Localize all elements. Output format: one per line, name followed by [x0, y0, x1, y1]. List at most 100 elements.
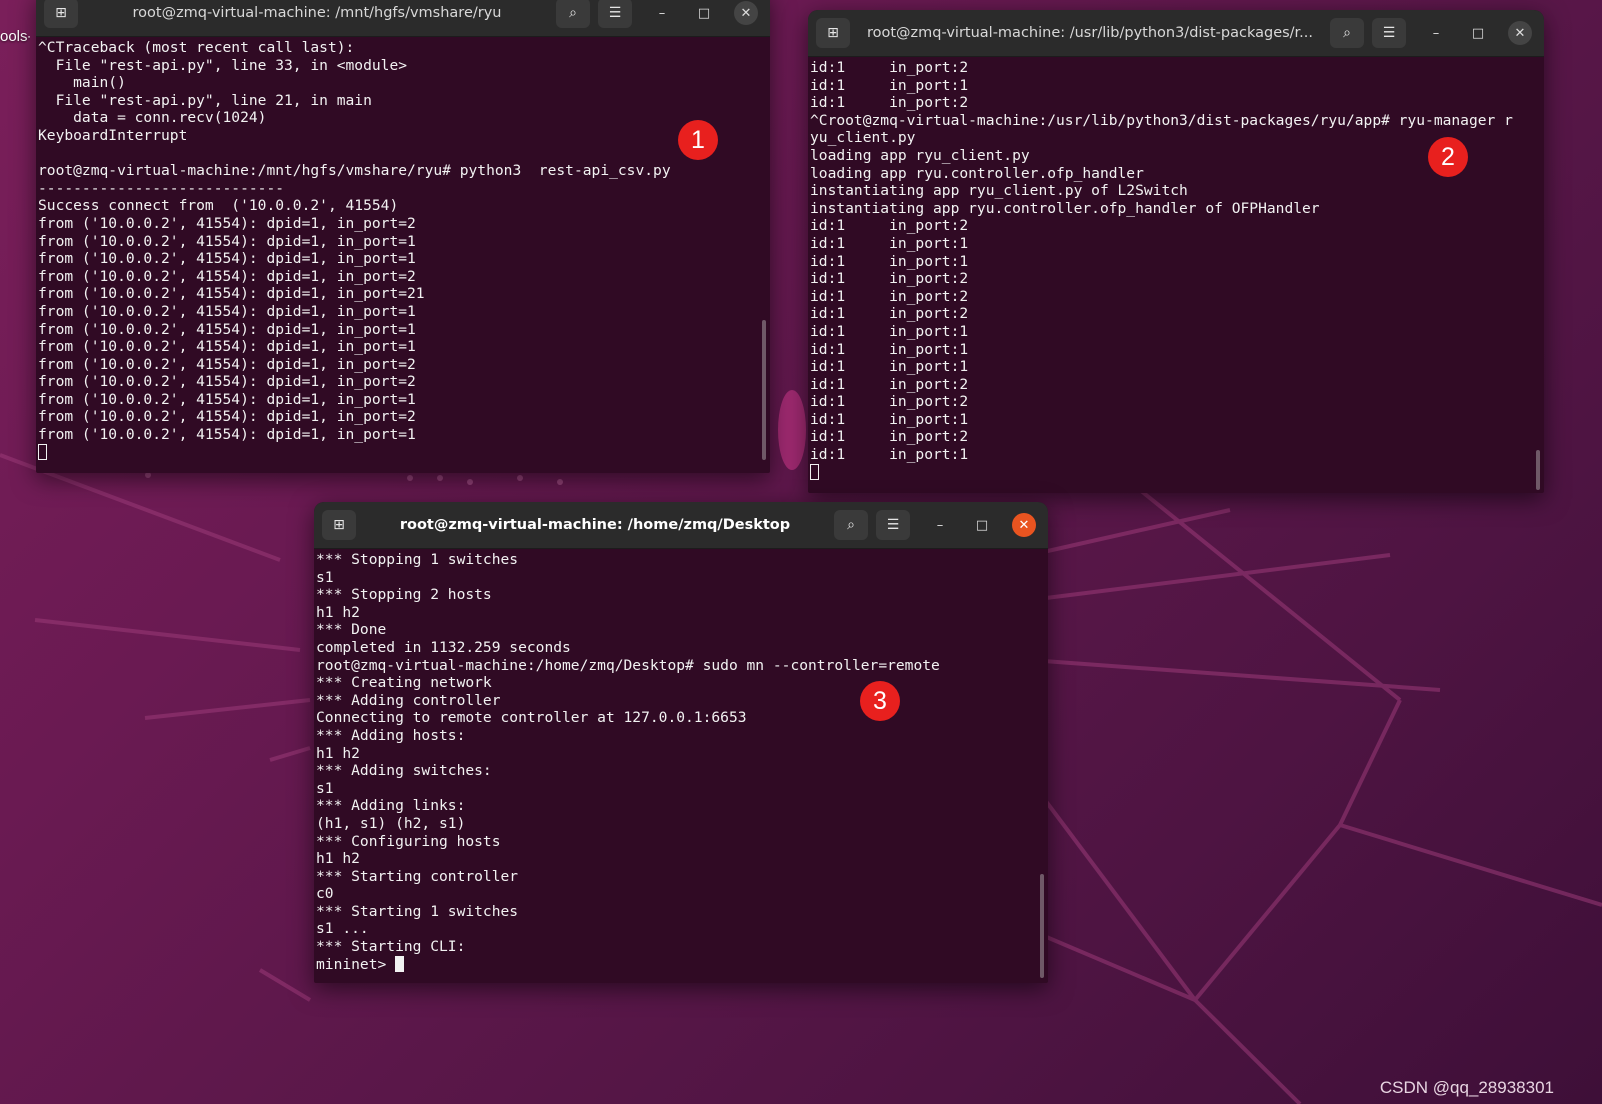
terminal-line: h1 h2 [316, 603, 360, 621]
close-icon: ✕ [1514, 25, 1526, 41]
terminal-output[interactable]: *** Stopping 1 switches s1 *** Stopping 2 … [314, 549, 1048, 973]
hamburger-menu-icon: ☰ [886, 517, 900, 533]
terminal-line: instantiating app ryu.controller.ofp_han… [810, 199, 1320, 217]
terminal-window-1[interactable]: ⊞ root@zmq-virtual-machine: /mnt/hgfs/vm… [36, 0, 770, 473]
terminal-line: data = conn.recv(1024) [38, 109, 267, 127]
search-icon: ⌕ [1343, 25, 1351, 41]
annotation-marker-2: 2 [1428, 137, 1468, 177]
terminal-line: File "rest-api.py", line 21, in main [38, 91, 372, 109]
scrollbar[interactable] [1536, 450, 1540, 490]
terminal-line: id:1 in_port:1 [810, 446, 969, 464]
terminal-line: *** Starting 1 switches [316, 902, 519, 920]
close-icon: ✕ [1018, 517, 1030, 533]
terminal-line: Connecting to remote controller at 127.0… [316, 709, 747, 727]
terminal-line: from ('10.0.0.2', 41554): dpid=1, in_por… [38, 285, 425, 303]
scrollbar[interactable] [762, 320, 766, 460]
new-tab-button[interactable]: ⊞ [816, 18, 850, 48]
terminal-line: id:1 in_port:2 [810, 287, 969, 305]
menu-button[interactable]: ☰ [1372, 18, 1406, 48]
menu-button[interactable]: ☰ [876, 510, 910, 540]
close-button[interactable]: ✕ [1508, 21, 1532, 45]
terminal-line: id:1 in_port:2 [810, 217, 969, 235]
text-cursor [810, 463, 819, 480]
terminal-line: s1 [316, 779, 334, 797]
maximize-button[interactable]: □ [692, 1, 716, 25]
terminal-line: instantiating app ryu_client.py of L2Swi… [810, 182, 1188, 200]
new-tab-icon: ⊞ [333, 517, 345, 533]
terminal-line: from ('10.0.0.2', 41554): dpid=1, in_por… [38, 267, 416, 285]
prompt-line[interactable] [38, 443, 768, 462]
window-title: root@zmq-virtual-machine: /home/zmq/Desk… [399, 517, 791, 533]
terminal-line: c0 [316, 885, 334, 903]
terminal-line: *** Adding links: [316, 797, 466, 815]
terminal-window-3[interactable]: ⊞ root@zmq-virtual-machine: /home/zmq/De… [314, 502, 1048, 983]
terminal-line: s1 ... [316, 920, 369, 938]
terminal-line: *** Done [316, 621, 387, 639]
terminal-line: id:1 in_port:2 [810, 428, 969, 446]
terminal-line: *** Adding hosts: [316, 726, 466, 744]
terminal-window-2[interactable]: ⊞ root@zmq-virtual-machine: /usr/lib/pyt… [808, 10, 1544, 493]
window-title: root@zmq-virtual-machine: /mnt/hgfs/vmsh… [132, 5, 502, 21]
maximize-button[interactable]: □ [1466, 21, 1490, 45]
window-title: root@zmq-virtual-machine: /usr/lib/pytho… [866, 25, 1314, 41]
minimize-button[interactable]: – [650, 1, 674, 25]
prompt-line[interactable]: mininet> [316, 955, 1046, 974]
search-button[interactable]: ⌕ [556, 0, 590, 28]
hamburger-menu-icon: ☰ [608, 5, 622, 21]
terminal-line: *** Starting CLI: [316, 938, 466, 956]
terminal-output[interactable]: ^CTraceback (most recent call last): Fil… [36, 37, 770, 461]
minimize-button[interactable]: – [928, 513, 952, 537]
prompt-line[interactable] [810, 463, 1542, 482]
terminal-line: from ('10.0.0.2', 41554): dpid=1, in_por… [38, 408, 416, 426]
terminal-line: from ('10.0.0.2', 41554): dpid=1, in_por… [38, 302, 416, 320]
terminal-line: from ('10.0.0.2', 41554): dpid=1, in_por… [38, 426, 416, 444]
terminal-line: ---------------------------- [38, 179, 285, 197]
titlebar[interactable]: ⊞ root@zmq-virtual-machine: /usr/lib/pyt… [808, 10, 1544, 57]
terminal-line: from ('10.0.0.2', 41554): dpid=1, in_por… [38, 232, 416, 250]
hamburger-menu-icon: ☰ [1382, 25, 1396, 41]
new-tab-button[interactable]: ⊞ [44, 0, 78, 28]
terminal-line: *** Starting controller [316, 867, 519, 885]
text-cursor [395, 955, 405, 972]
terminal-line: id:1 in_port:1 [810, 322, 969, 340]
scrollbar[interactable] [1040, 874, 1044, 978]
terminal-line: from ('10.0.0.2', 41554): dpid=1, in_por… [38, 250, 416, 268]
annotation-marker-3: 3 [860, 681, 900, 721]
minimize-button[interactable]: – [1424, 21, 1448, 45]
close-button[interactable]: ✕ [734, 1, 758, 25]
terminal-line: id:1 in_port:1 [810, 76, 969, 94]
search-button[interactable]: ⌕ [834, 510, 868, 540]
terminal-line: from ('10.0.0.2', 41554): dpid=1, in_por… [38, 355, 416, 373]
terminal-line: id:1 in_port:2 [810, 305, 969, 323]
watermark: CSDN @qq_28938301 [1379, 1078, 1554, 1097]
new-tab-button[interactable]: ⊞ [322, 510, 356, 540]
search-button[interactable]: ⌕ [1330, 18, 1364, 48]
minimize-icon: – [658, 5, 666, 21]
terminal-line: from ('10.0.0.2', 41554): dpid=1, in_por… [38, 373, 416, 391]
terminal-line: from ('10.0.0.2', 41554): dpid=1, in_por… [38, 320, 416, 338]
close-icon: ✕ [740, 5, 752, 21]
terminal-line: h1 h2 [316, 744, 360, 762]
terminal-line: from ('10.0.0.2', 41554): dpid=1, in_por… [38, 214, 416, 232]
terminal-line: id:1 in_port:2 [810, 375, 969, 393]
terminal-line: main() [38, 74, 126, 92]
titlebar[interactable]: ⊞ root@zmq-virtual-machine: /home/zmq/De… [314, 502, 1048, 549]
minimize-icon: – [936, 517, 944, 533]
titlebar[interactable]: ⊞ root@zmq-virtual-machine: /mnt/hgfs/vm… [36, 0, 770, 37]
new-tab-icon: ⊞ [827, 25, 839, 41]
terminal-line: KeyboardInterrupt [38, 126, 188, 144]
desktop-icon-label[interactable]: ools- p [0, 28, 30, 46]
terminal-line: id:1 in_port:1 [810, 358, 969, 376]
maximize-icon: □ [1471, 25, 1485, 41]
terminal-output[interactable]: id:1 in_port:2 id:1 in_port:1 id:1 in_port… [808, 57, 1544, 481]
maximize-button[interactable]: □ [970, 513, 994, 537]
terminal-line: *** Stopping 2 hosts [316, 586, 492, 604]
terminal-line: File "rest-api.py", line 33, in <module> [38, 56, 408, 74]
terminal-line: id:1 in_port:2 [810, 94, 969, 112]
close-button[interactable]: ✕ [1012, 513, 1036, 537]
terminal-line: *** Configuring hosts [316, 832, 501, 850]
terminal-line: (h1, s1) (h2, s1) [316, 814, 466, 832]
menu-button[interactable]: ☰ [598, 0, 632, 28]
terminal-line: id:1 in_port:1 [810, 234, 969, 252]
